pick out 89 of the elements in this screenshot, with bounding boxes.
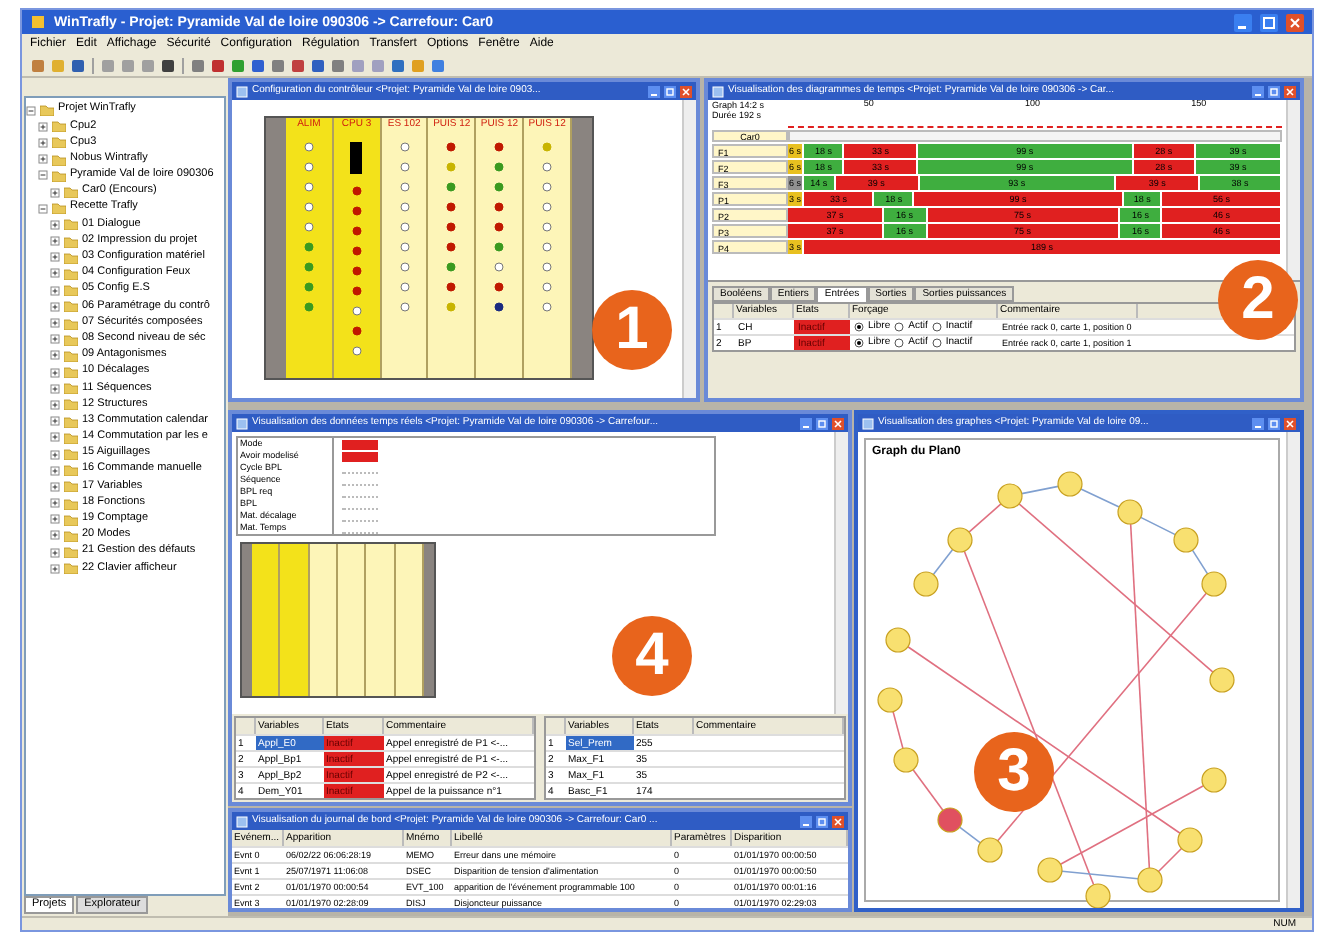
graph-edge	[968, 503, 1002, 533]
window-icon	[236, 815, 248, 827]
graph-edge	[932, 548, 954, 576]
expander-icon[interactable]	[50, 416, 60, 427]
graph-node[interactable]	[937, 807, 963, 833]
expander-icon[interactable]	[50, 399, 60, 410]
graph-node[interactable]	[913, 571, 939, 597]
expander-icon[interactable]	[38, 121, 48, 132]
maximize-icon[interactable]	[1260, 13, 1278, 31]
restore-icon[interactable]	[816, 417, 828, 429]
graph-node[interactable]	[1037, 857, 1063, 883]
graph-node[interactable]	[877, 687, 903, 713]
window-icon	[862, 417, 874, 429]
expander-icon[interactable]	[50, 481, 60, 492]
expander-icon[interactable]	[50, 187, 60, 198]
expander-icon[interactable]	[38, 154, 48, 165]
graph-node[interactable]	[885, 627, 911, 653]
window-icon	[236, 417, 248, 429]
expander-icon[interactable]	[38, 137, 48, 148]
radio-button[interactable]	[894, 338, 905, 348]
graph-node[interactable]	[947, 527, 973, 553]
number-badge: 4	[612, 616, 692, 696]
app-icon	[30, 14, 46, 30]
radio-button[interactable]	[854, 338, 864, 348]
close-icon[interactable]	[1284, 85, 1296, 97]
close-icon[interactable]	[1286, 13, 1304, 31]
graph-node[interactable]	[893, 747, 919, 773]
graph-node[interactable]	[1173, 527, 1199, 553]
expander-icon[interactable]	[50, 383, 60, 394]
graph-edge	[892, 710, 904, 750]
minimize-icon[interactable]	[1252, 417, 1264, 429]
number-badge: 3	[974, 732, 1054, 812]
graph-node[interactable]	[1177, 827, 1203, 853]
expander-icon[interactable]	[50, 334, 60, 345]
expander-icon[interactable]	[38, 170, 48, 181]
scrollbar[interactable]	[1286, 432, 1300, 908]
restore-icon[interactable]	[1268, 417, 1280, 429]
graph-node[interactable]	[1137, 867, 1163, 893]
minimize-icon[interactable]	[800, 815, 812, 827]
expander-icon[interactable]	[50, 563, 60, 574]
window-icon	[236, 85, 248, 97]
radio-button[interactable]	[931, 338, 942, 348]
minimize-icon[interactable]	[1234, 13, 1252, 31]
graph-node[interactable]	[1201, 571, 1227, 597]
radio-button[interactable]	[854, 322, 864, 332]
expander-icon[interactable]	[50, 252, 60, 263]
expander-icon[interactable]	[50, 318, 60, 329]
expander-icon[interactable]	[50, 268, 60, 279]
graph-node[interactable]	[1085, 883, 1111, 908]
radio-button[interactable]	[931, 322, 942, 332]
close-icon[interactable]	[832, 815, 844, 827]
expander-icon[interactable]	[26, 105, 36, 116]
graph-node[interactable]	[997, 483, 1023, 509]
scrollbar[interactable]	[1286, 100, 1300, 280]
graph-node[interactable]	[1057, 471, 1083, 497]
expander-icon[interactable]	[50, 530, 60, 541]
expander-icon[interactable]	[50, 367, 60, 378]
scrollbar[interactable]	[834, 432, 848, 714]
expander-icon[interactable]	[50, 350, 60, 361]
close-icon[interactable]	[832, 417, 844, 429]
expander-icon[interactable]	[50, 236, 60, 247]
minimize-icon[interactable]	[648, 85, 660, 97]
number-badge: 1	[592, 290, 672, 370]
graph-edge	[1020, 485, 1060, 495]
graph-node[interactable]	[1209, 667, 1235, 693]
expander-icon[interactable]	[50, 301, 60, 312]
expander-icon[interactable]	[50, 219, 60, 230]
expander-icon[interactable]	[38, 203, 48, 214]
display-block	[350, 142, 363, 174]
expander-icon[interactable]	[50, 432, 60, 443]
graph-node[interactable]	[1201, 767, 1227, 793]
graph-node[interactable]	[977, 837, 1003, 863]
window-icon	[712, 85, 724, 97]
restore-icon[interactable]	[816, 815, 828, 827]
scrollbar[interactable]	[682, 100, 696, 398]
close-icon[interactable]	[680, 85, 692, 97]
expander-icon[interactable]	[50, 449, 60, 460]
minimize-icon[interactable]	[1252, 85, 1264, 97]
expander-icon[interactable]	[50, 285, 60, 296]
minimize-icon[interactable]	[800, 417, 812, 429]
expander-icon[interactable]	[50, 498, 60, 509]
restore-icon[interactable]	[664, 85, 676, 97]
restore-icon[interactable]	[1268, 85, 1280, 97]
close-icon[interactable]	[1284, 417, 1296, 429]
radio-button[interactable]	[894, 322, 905, 332]
expander-icon[interactable]	[50, 514, 60, 525]
expander-icon[interactable]	[50, 547, 60, 558]
expander-icon[interactable]	[50, 465, 60, 476]
graph-node[interactable]	[1117, 499, 1143, 525]
